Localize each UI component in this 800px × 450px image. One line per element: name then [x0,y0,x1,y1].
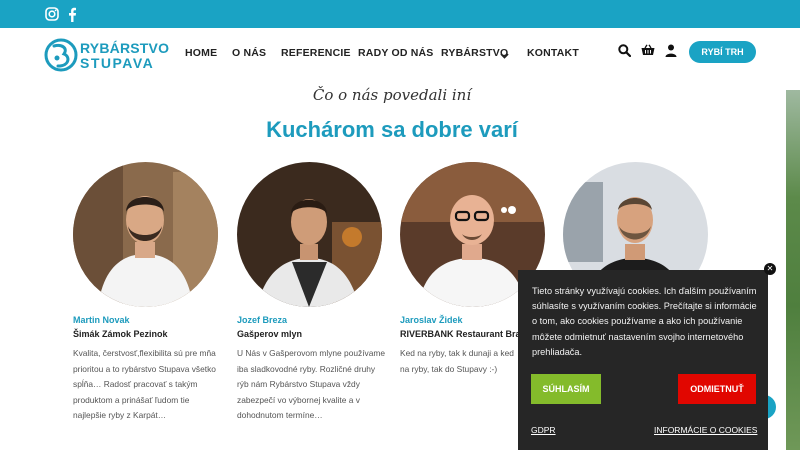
instagram-icon[interactable] [43,5,61,23]
cookie-info-link[interactable]: INFORMÁCIE O COOKIES [654,425,757,435]
basket-icon[interactable] [641,43,655,57]
menu-item-referencie[interactable]: REFERENCIE [281,47,351,59]
avatar [73,162,218,307]
section-subtitle: Čo o nás povedali iní [312,86,472,104]
testimonial-place: Gašperov mlyn [237,329,303,339]
side-background-photo [786,90,800,450]
testimonial-place: RIVERBANK Restaurant Bratis [400,329,532,339]
menu-item-o-nas[interactable]: O NÁS [232,47,266,59]
logo-text-line1: RYBÁRSTVO [80,40,170,56]
user-icon[interactable] [664,43,678,57]
cookie-reject-button[interactable]: ODMIETNUŤ [678,374,756,404]
cookie-accept-button[interactable]: SÚHLASÍM [531,374,601,404]
testimonial-quote: Ked na ryby, tak k dunaji a ked na ryby,… [400,348,514,374]
gdpr-link[interactable]: GDPR [531,425,556,435]
top-bar [0,0,800,28]
avatar [237,162,382,307]
testimonial-place: Šimák Zámok Pezinok [73,329,168,339]
chevron-down-icon[interactable] [500,47,509,65]
menu-item-home[interactable]: HOME [185,47,217,59]
logo-text-line2: STUPAVA [80,55,155,71]
search-icon[interactable] [617,43,631,57]
testimonial-quote: Kvalita, čerstvosť,flexibilita sú pre mň… [73,348,216,420]
facebook-icon[interactable] [63,5,81,23]
testimonial-name: Martin Novak [73,315,130,325]
menu-item-kontakt[interactable]: KONTAKT [527,47,579,59]
testimonial-name: Jozef Breza [237,315,288,325]
testimonial-name: Jaroslav Židek [400,315,463,325]
section-title: Kuchárom sa dobre varí [266,117,518,142]
menu-item-rady-od-nas[interactable]: RADY OD NÁS [358,47,434,59]
close-icon[interactable]: ✕ [764,263,776,275]
menu-item-rybarstvo[interactable]: RYBÁRSTVO [441,47,508,59]
cookie-banner: Tieto stránky využívajú cookies. Ich ďal… [518,270,768,450]
testimonial-quote: U Nás v Gašperovom mlyne používame iba s… [237,348,386,420]
cookie-text: Tieto stránky využívajú cookies. Ich ďal… [532,286,757,357]
fish-logo-icon [44,38,78,72]
fish-market-button[interactable]: RYBÍ TRH [689,41,756,63]
